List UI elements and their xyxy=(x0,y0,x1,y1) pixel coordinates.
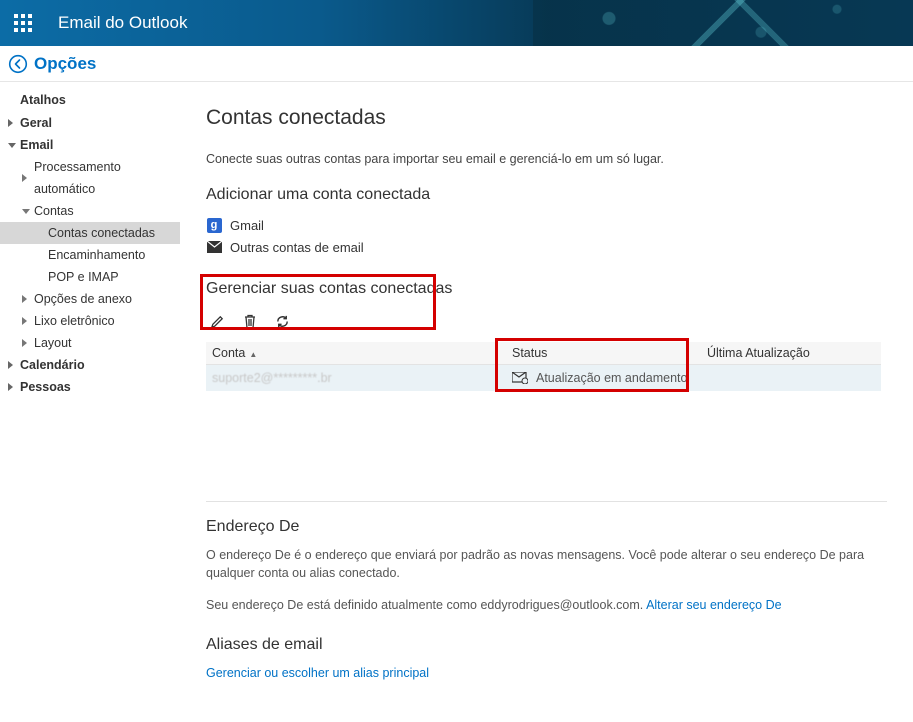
gmail-icon: g xyxy=(207,218,222,233)
col-updated[interactable]: Última Atualização xyxy=(701,342,881,365)
pencil-icon xyxy=(210,314,225,329)
envelope-icon xyxy=(206,239,222,255)
app-title: Email do Outlook xyxy=(58,13,187,33)
page-description: Conecte suas outras contas para importar… xyxy=(206,152,887,166)
sidebar-item-calendar[interactable]: Calendário xyxy=(0,354,180,376)
mail-sync-icon xyxy=(512,372,528,384)
sidebar-item-general[interactable]: Geral xyxy=(0,112,180,134)
options-label: Opções xyxy=(34,54,96,74)
col-account[interactable]: Conta xyxy=(206,342,506,365)
change-from-link[interactable]: Alterar seu endereço De xyxy=(646,598,782,612)
refresh-icon xyxy=(275,314,290,329)
from-address-current: Seu endereço De está definido atualmente… xyxy=(206,596,866,614)
accounts-toolbar xyxy=(206,308,887,340)
main-content: Contas conectadas Conecte suas outras co… xyxy=(180,82,913,722)
back-arrow-icon xyxy=(8,54,28,74)
manage-heading: Gerenciar suas contas conectadas xyxy=(206,280,887,298)
add-gmail-button[interactable]: g Gmail xyxy=(206,214,887,236)
status-text: Atualização em andamento xyxy=(536,371,687,385)
sidebar-item-people[interactable]: Pessoas xyxy=(0,376,180,398)
subheader: Opções xyxy=(0,46,913,82)
app-launcher-button[interactable] xyxy=(0,0,46,46)
sidebar-item-layout[interactable]: Layout xyxy=(0,332,180,354)
edit-button[interactable] xyxy=(210,314,225,332)
trash-icon xyxy=(243,314,257,329)
app-header: Email do Outlook xyxy=(0,0,913,46)
sidebar-item-accounts[interactable]: Contas xyxy=(0,200,180,222)
col-status[interactable]: Status xyxy=(506,342,701,365)
delete-button[interactable] xyxy=(243,314,257,332)
account-email: suporte2@*********.br xyxy=(212,371,332,385)
accounts-table: Conta Status Última Atualização suporte2… xyxy=(206,342,881,391)
sidebar-item-forwarding[interactable]: Encaminhamento xyxy=(0,244,180,266)
page-title: Contas conectadas xyxy=(206,106,887,130)
back-options-button[interactable]: Opções xyxy=(8,54,96,74)
manage-aliases-link[interactable]: Gerenciar ou escolher um alias principal xyxy=(206,666,429,680)
section-divider xyxy=(206,501,887,502)
sidebar: Atalhos Geral Email Processamento automá… xyxy=(0,82,180,722)
sidebar-item-connected-accounts[interactable]: Contas conectadas xyxy=(0,222,180,244)
sidebar-item-junk[interactable]: Lixo eletrônico xyxy=(0,310,180,332)
add-gmail-label: Gmail xyxy=(230,218,264,233)
updated-text xyxy=(701,365,881,392)
table-row[interactable]: suporte2@*********.br Atualização em and… xyxy=(206,365,881,392)
sidebar-item-email[interactable]: Email xyxy=(0,134,180,156)
from-address-description: O endereço De é o endereço que enviará p… xyxy=(206,546,866,582)
sidebar-item-pop-imap[interactable]: POP e IMAP xyxy=(0,266,180,288)
waffle-icon xyxy=(14,14,32,32)
from-address-heading: Endereço De xyxy=(206,518,887,536)
sidebar-item-attach-options[interactable]: Opções de anexo xyxy=(0,288,180,310)
aliases-heading: Aliases de email xyxy=(206,636,887,654)
from-current-prefix: Seu endereço De está definido atualmente… xyxy=(206,598,480,612)
add-account-heading: Adicionar uma conta conectada xyxy=(206,186,887,204)
add-other-label: Outras contas de email xyxy=(230,240,364,255)
refresh-button[interactable] xyxy=(275,314,290,332)
sidebar-item-auto-processing[interactable]: Processamento automático xyxy=(0,156,180,200)
add-other-email-button[interactable]: Outras contas de email xyxy=(206,236,887,258)
sidebar-item-shortcuts[interactable]: Atalhos xyxy=(0,88,180,112)
from-email: eddyrodrigues@outlook.com xyxy=(480,598,639,612)
